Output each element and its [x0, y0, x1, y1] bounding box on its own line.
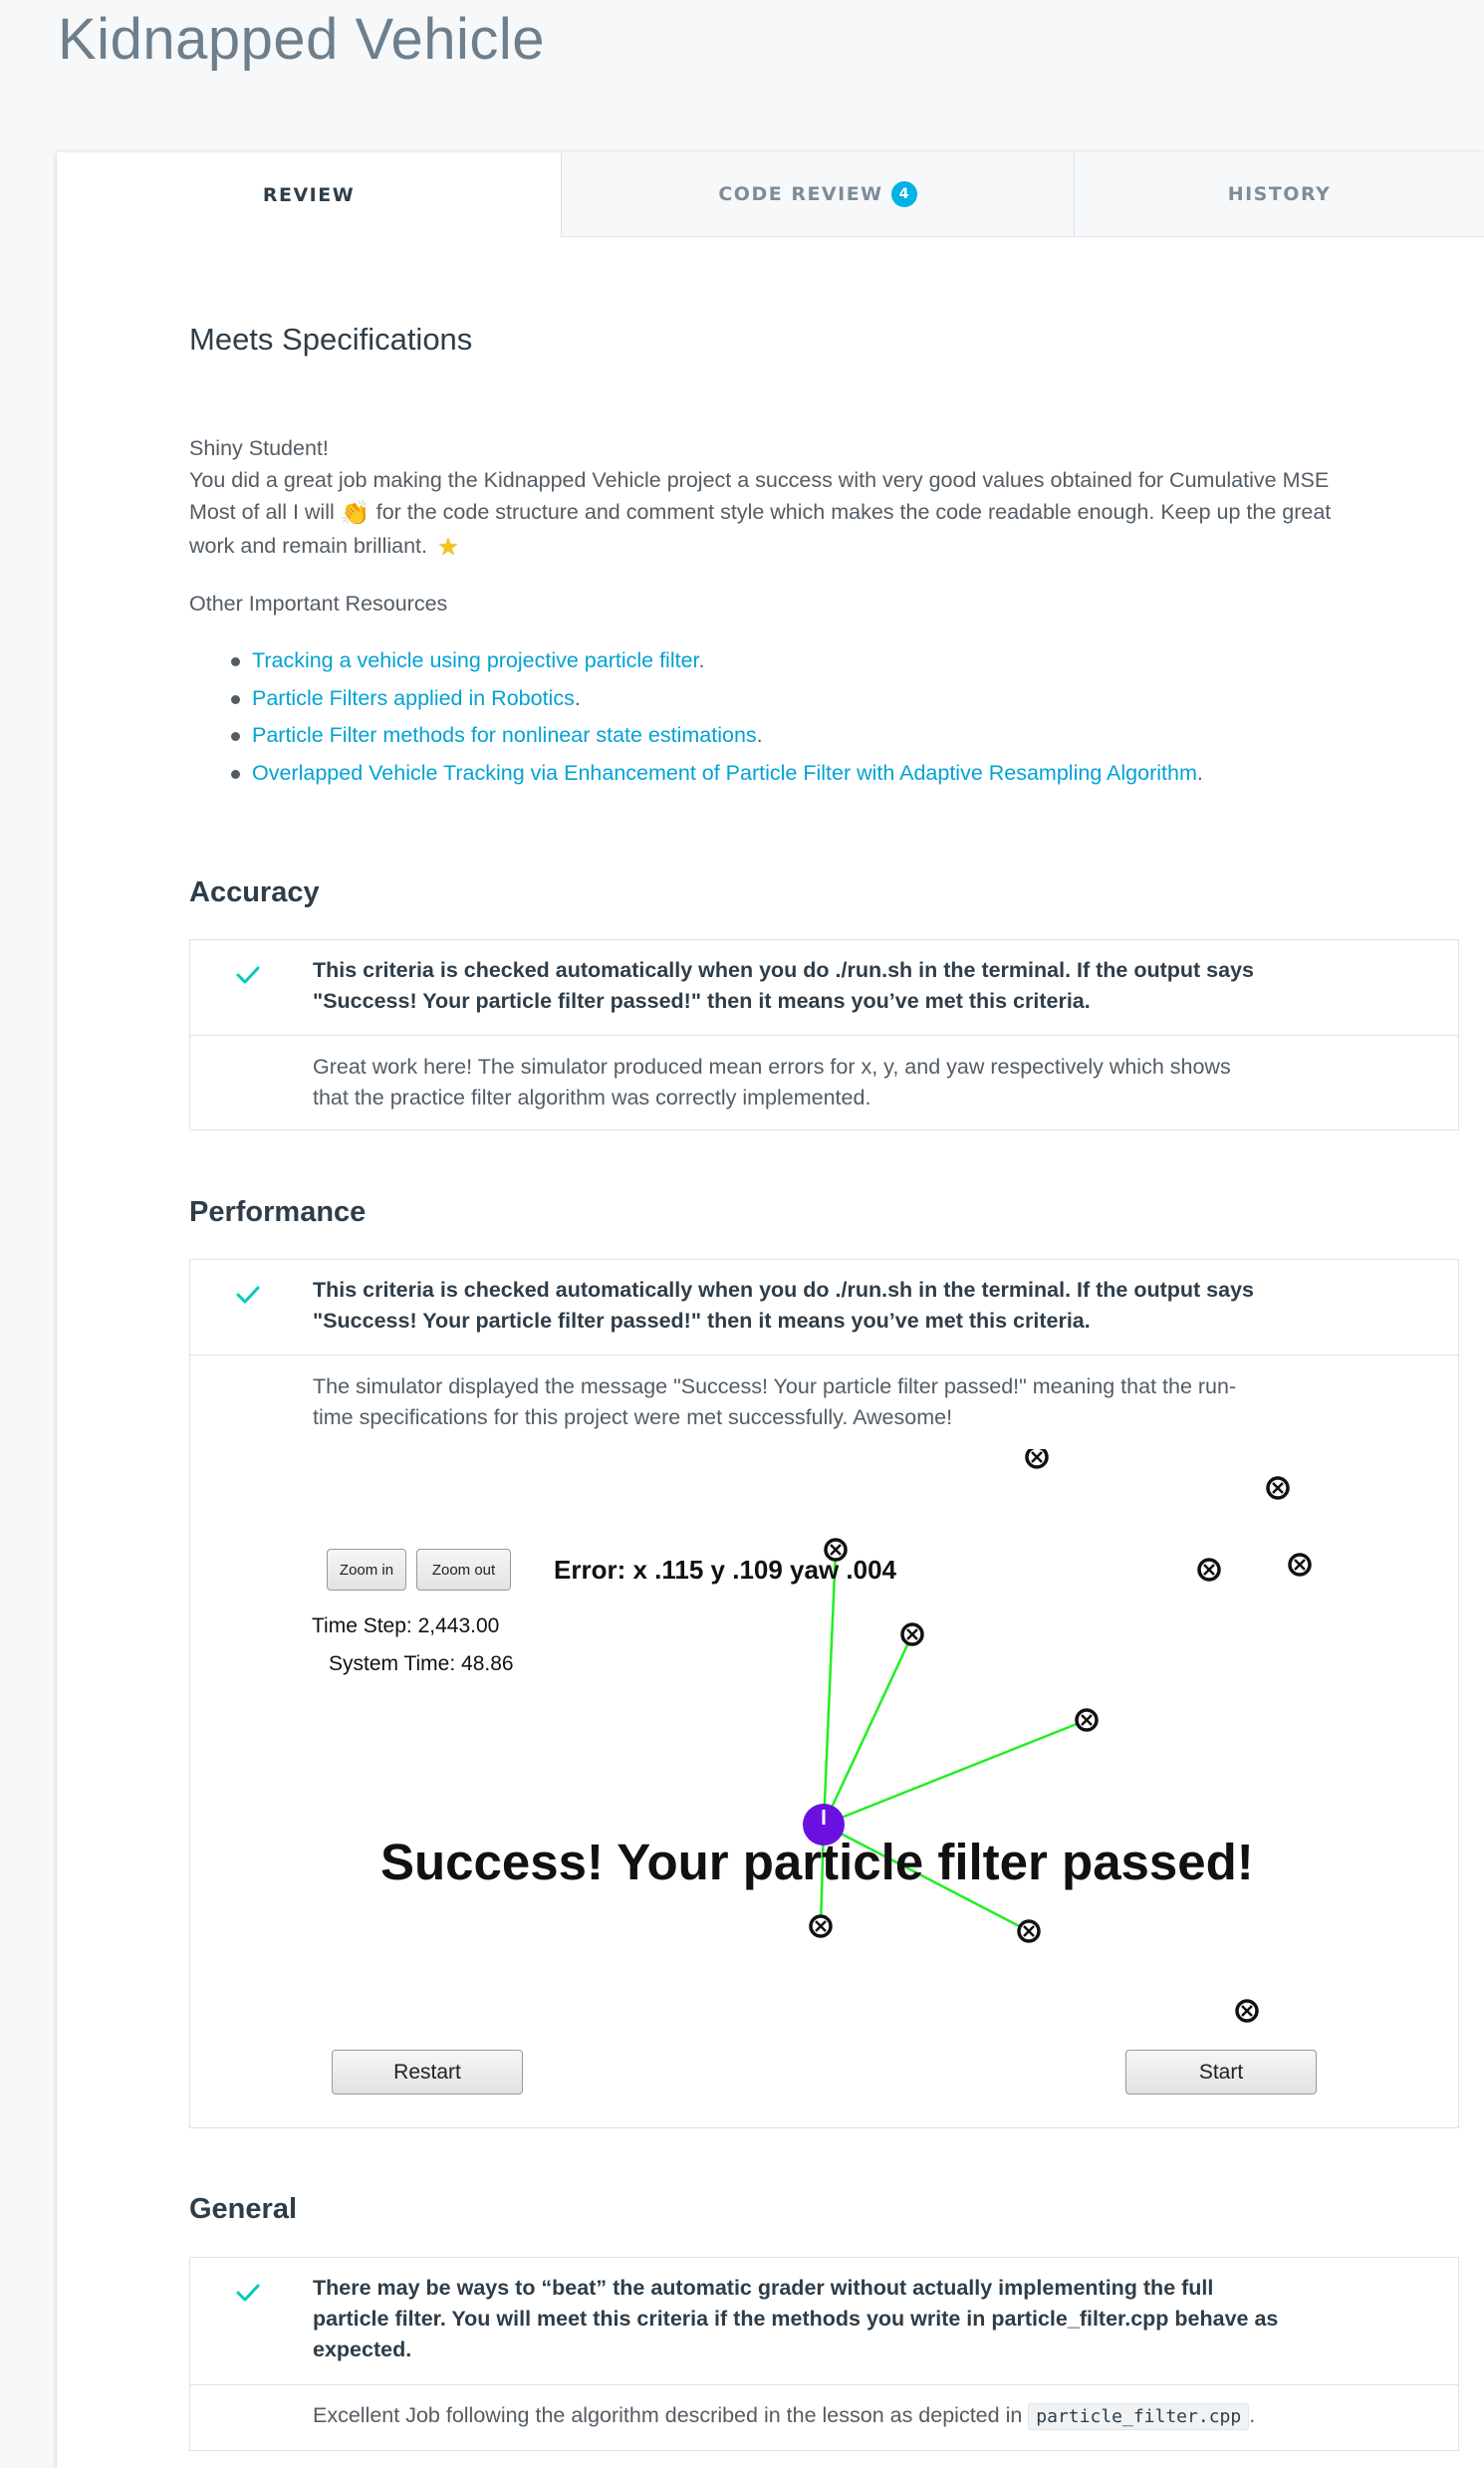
resource-link[interactable]: Tracking a vehicle using projective part… — [252, 648, 699, 672]
tab-history[interactable]: HISTORY — [1074, 152, 1484, 237]
check-icon — [236, 966, 260, 984]
sensor-ray — [823, 1718, 1088, 1827]
landmark-marker — [1017, 1919, 1041, 1943]
general-comment: Excellent Job following the algorithm de… — [313, 2400, 1339, 2432]
landmark-marker — [1075, 1708, 1099, 1732]
code-filename: particle_filter.cpp — [1028, 2403, 1250, 2430]
resource-link[interactable]: Particle Filters applied in Robotics — [252, 686, 575, 710]
check-icon — [236, 1286, 260, 1304]
resource-link[interactable]: Overlapped Vehicle Tracking via Enhancem… — [252, 761, 1197, 785]
criteria-line: "Success! Your particle filter passed!" … — [313, 1309, 1091, 1333]
zoom-in-button[interactable]: Zoom in — [327, 1549, 406, 1591]
restart-button[interactable]: Restart — [332, 2050, 523, 2095]
criteria-line: This criteria is checked automatically w… — [313, 1278, 1255, 1302]
comment-line: Great work here! The simulator produced … — [313, 1055, 1231, 1079]
start-button[interactable]: Start — [1125, 2050, 1317, 2095]
sensor-ray — [822, 1549, 838, 1826]
criteria-line: There may be ways to “beat” the automati… — [313, 2276, 1214, 2300]
criteria-line: particle filter. You will meet this crit… — [313, 2307, 1279, 2331]
accuracy-criteria: This criteria is checked automatically w… — [190, 940, 1458, 1036]
review-summary: Shiny Student! You did a great job makin… — [189, 432, 1454, 564]
landmarks — [809, 1449, 1312, 2023]
resource-item: Particle Filter methods for nonlinear st… — [189, 717, 1444, 755]
resource-item: Tracking a vehicle using projective part… — [189, 642, 1444, 680]
clapping-hands-icon: 👏 — [340, 500, 371, 527]
resource-item: Overlapped Vehicle Tracking via Enhancem… — [189, 755, 1444, 793]
tab-bar: REVIEW CODE REVIEW 4 HISTORY — [57, 152, 1484, 237]
summary-line-2-start: Most of all I will — [189, 500, 335, 524]
comment-line: The simulator displayed the message "Suc… — [313, 1374, 1237, 1398]
criteria-line: This criteria is checked automatically w… — [313, 958, 1255, 982]
code-review-count-badge: 4 — [890, 181, 917, 207]
general-heading: General — [189, 2193, 297, 2225]
tab-code-review-label: CODE REVIEW — [718, 183, 883, 205]
summary-line-3-text: work and remain brilliant. — [189, 534, 427, 558]
page-title: Kidnapped Vehicle — [58, 7, 546, 72]
criteria-line: "Success! Your particle filter passed!" … — [313, 989, 1091, 1013]
comment-line: time specifications for this project wer… — [313, 1405, 953, 1429]
accuracy-heading: Accuracy — [189, 876, 320, 908]
accuracy-criteria-text: This criteria is checked automatically w… — [313, 955, 1349, 1017]
performance-criteria: This criteria is checked automatically w… — [190, 1260, 1458, 1356]
resources-label: Other Important Resources — [189, 592, 448, 616]
meets-specifications-heading: Meets Specifications — [189, 322, 473, 357]
success-message: Success! Your particle filter passed! — [380, 1834, 1254, 1890]
general-comment-end: . — [1249, 2403, 1256, 2427]
general-criteria-box: There may be ways to “beat” the automati… — [189, 2257, 1459, 2451]
comment-line: that the practice filter algorithm was c… — [313, 1086, 871, 1110]
accuracy-comment: Great work here! The simulator produced … — [313, 1052, 1339, 1113]
check-icon — [236, 2284, 260, 2302]
star-icon: ★ — [437, 534, 459, 561]
time-step-readout: Time Step: 2,443.00 — [312, 1614, 500, 1637]
zoom-out-button[interactable]: Zoom out — [416, 1549, 511, 1591]
performance-heading: Performance — [189, 1196, 367, 1228]
summary-line-2-end: for the code structure and comment style… — [375, 500, 1332, 524]
landmark-marker — [900, 1622, 924, 1646]
accuracy-criteria-box: This criteria is checked automatically w… — [189, 939, 1459, 1130]
simulator-screenshot: Zoom in Zoom out Error: x .115 y .109 ya… — [189, 1449, 1459, 2126]
summary-line-3: work and remain brilliant. ★ — [189, 530, 1454, 564]
summary-greeting: Shiny Student! — [189, 436, 329, 460]
tab-review[interactable]: REVIEW — [57, 152, 561, 237]
resource-link[interactable]: Particle Filter methods for nonlinear st… — [252, 723, 757, 747]
performance-comment: The simulator displayed the message "Suc… — [313, 1371, 1339, 1433]
landmark-marker — [1025, 1449, 1049, 1469]
tab-history-label: HISTORY — [1227, 183, 1332, 205]
system-time-readout: System Time: 48.86 — [329, 1652, 514, 1675]
landmark-marker — [809, 1914, 833, 1938]
general-criteria: There may be ways to “beat” the automati… — [190, 2258, 1458, 2385]
resource-item: Particle Filters applied in Robotics. — [189, 680, 1444, 718]
resources-list: Tracking a vehicle using projective part… — [189, 642, 1444, 792]
general-criteria-text: There may be ways to “beat” the automati… — [313, 2273, 1349, 2365]
summary-line-2: Most of all I will 👏 for the code struct… — [189, 496, 1454, 530]
landmark-marker — [1235, 1999, 1259, 2023]
tab-review-label: REVIEW — [262, 183, 356, 206]
criteria-line: expected. — [313, 2338, 412, 2361]
performance-criteria-text: This criteria is checked automatically w… — [313, 1275, 1349, 1337]
sensor-ray — [822, 1633, 914, 1826]
landmark-marker — [1197, 1558, 1221, 1582]
general-comment-text: Excellent Job following the algorithm de… — [313, 2403, 1023, 2427]
landmark-marker — [1266, 1476, 1290, 1500]
landmark-marker — [1288, 1553, 1312, 1577]
summary-line-1: You did a great job making the Kidnapped… — [189, 468, 1330, 492]
error-readout: Error: x .115 y .109 yaw .004 — [554, 1555, 897, 1585]
tab-code-review[interactable]: CODE REVIEW 4 — [561, 152, 1074, 237]
